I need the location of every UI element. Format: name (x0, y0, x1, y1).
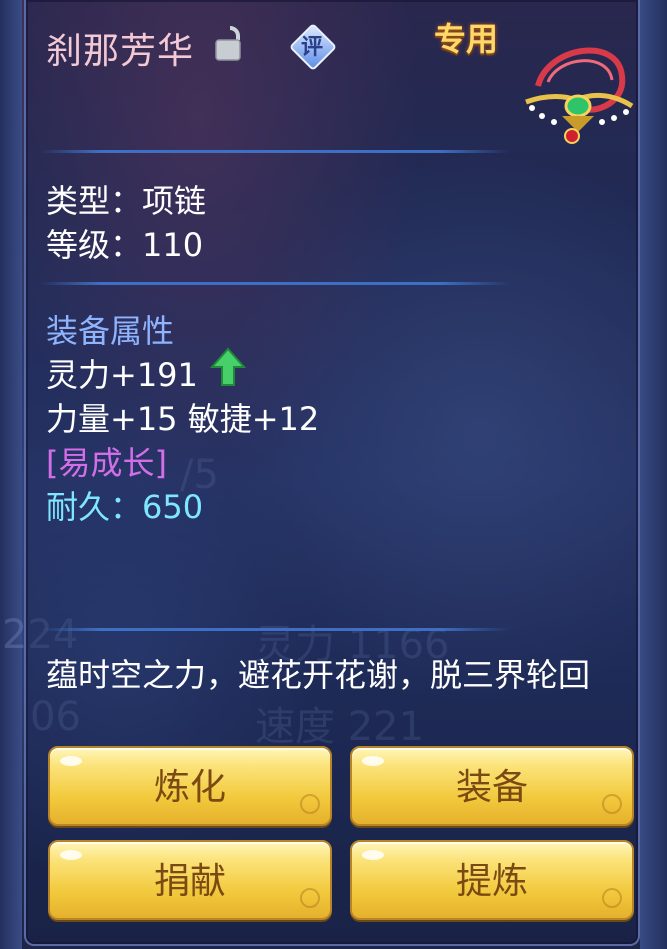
equip-button[interactable]: 装备 (350, 746, 634, 826)
divider-top (40, 150, 520, 153)
item-name: 刹那芳华 (46, 31, 195, 72)
equipment-attributes-title: 装备属性 (46, 312, 175, 350)
item-description: 蕴时空之力，避花开花谢，脱三界轮回 (46, 656, 591, 694)
donate-button[interactable]: 捐献 (48, 840, 332, 920)
right-frame-edge (640, 0, 667, 949)
rating-diamond-icon[interactable]: 评 (288, 22, 338, 72)
extract-button[interactable]: 提炼 (350, 840, 634, 920)
item-level: 等级：110 (46, 226, 204, 264)
divider-middle (40, 282, 520, 285)
left-frame-edge (0, 0, 22, 949)
necklace-icon (525, 47, 634, 144)
green-up-arrow-icon (210, 347, 246, 386)
unlocked-padlock-icon[interactable] (214, 24, 246, 64)
growth-tag: [易成长] (46, 444, 167, 482)
divider-bottom (40, 628, 520, 631)
stat-spirit: 灵力+191 (46, 356, 198, 394)
durability: 耐久：650 (46, 488, 204, 526)
exclusive-label: 专用 (434, 20, 499, 58)
stat-strength-agility: 力量+15 敏捷+12 (46, 400, 320, 438)
refine-button[interactable]: 炼化 (48, 746, 332, 826)
item-type: 类型：项链 (46, 182, 207, 220)
